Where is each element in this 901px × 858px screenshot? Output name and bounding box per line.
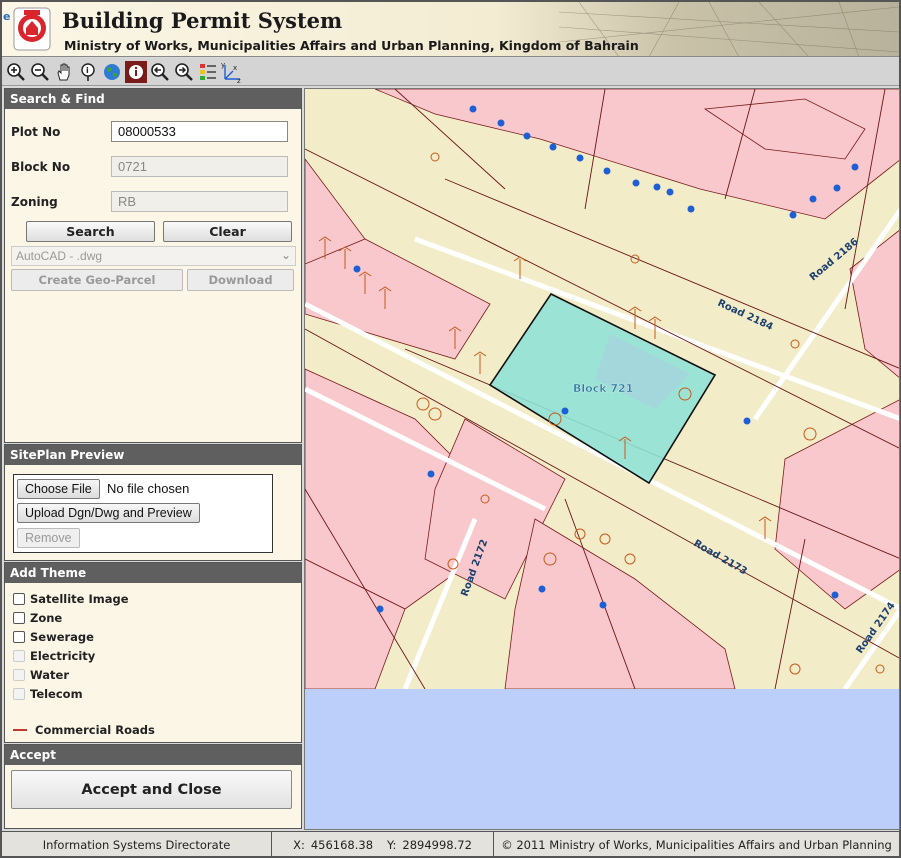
block-no-input [111,156,288,177]
plot-no-input[interactable] [111,121,288,142]
choose-file-button[interactable]: Choose File [17,479,100,499]
app-subtitle: Ministry of Works, Municipalities Affair… [64,38,639,53]
app-title: Building Permit System [62,8,343,33]
plot-label: Plot No [11,124,61,139]
legend-icon[interactable] [197,61,219,83]
copyright: © 2011 Ministry of Works, Municipalities… [494,832,899,857]
pan-hand-icon[interactable] [53,61,75,83]
accept-and-close-button[interactable]: Accept and Close [11,770,292,809]
zoom-in-icon[interactable] [5,61,27,83]
search-panel-heading: Search & Find [5,89,301,109]
theme-panel: Add Theme Satellite Image Zone Sewerage … [4,562,302,743]
theme-telecom: Telecom [13,687,83,701]
download-button[interactable]: Download [187,269,294,291]
upload-preview-button[interactable]: Upload Dgn/Dwg and Preview [17,503,200,523]
telecom-label: Telecom [30,687,83,701]
sewerage-label: Sewerage [30,630,94,644]
x-value: 456168.38 [310,837,374,852]
zoning-label: Zoning [11,194,58,209]
plot-row: Plot No [11,121,288,142]
app-window: e Building Permit System Ministry of Wor… [0,0,901,858]
map-view[interactable]: Block 721 Road 2184 Road 2186 Road 2172 … [304,88,900,830]
left-panel: Search & Find Plot No Block No Zoning Se… [4,88,302,829]
export-format-value: AutoCAD - .dwg [16,249,103,263]
search-button[interactable]: Search [26,221,155,242]
x-label: X: [293,837,305,852]
electricity-checkbox [13,650,25,662]
export-format-select[interactable]: AutoCAD - .dwg ⌄ [11,246,296,266]
chevron-down-icon: ⌄ [280,248,291,262]
zoom-out-icon[interactable] [29,61,51,83]
next-extent-icon[interactable] [173,61,195,83]
clear-button[interactable]: Clear [163,221,292,242]
copyright-text: © 2011 Ministry of Works, Municipalities… [501,837,892,852]
header-banner: e Building Permit System Ministry of Wor… [2,2,899,57]
browser-edge-icon: e [3,10,11,23]
accept-panel-heading: Accept [5,745,301,765]
block-row: Block No [11,156,288,177]
zone-checkbox[interactable] [13,612,25,624]
create-geo-parcel-button[interactable]: Create Geo-Parcel [11,269,183,291]
block-label: Block 721 [573,382,633,395]
coordinates-xyz-icon[interactable]: xy z [221,61,243,83]
water-checkbox [13,669,25,681]
previous-extent-icon[interactable] [149,61,171,83]
remove-button[interactable]: Remove [17,528,80,548]
upload-box: Choose File No file chosen Upload Dgn/Dw… [13,474,273,553]
siteplan-panel-heading: SitePlan Preview [5,445,301,465]
theme-satellite-image[interactable]: Satellite Image [13,592,129,606]
siteplan-panel: SitePlan Preview Choose File No file cho… [4,444,302,561]
zoning-input [111,191,288,212]
electricity-label: Electricity [30,649,96,663]
theme-electricity: Electricity [13,649,95,663]
theme-water: Water [13,668,69,682]
telecom-checkbox [13,688,25,700]
zone-label: Zone [30,611,63,625]
status-org: Information Systems Directorate [2,832,272,857]
status-bar: Information Systems Directorate X: 45616… [2,831,899,857]
ministry-logo [13,7,51,51]
svg-text:x: x [233,64,237,72]
identify-pin-icon[interactable]: i [77,61,99,83]
info-icon[interactable] [125,60,147,83]
map-toolbar: i xy z [2,58,899,86]
no-file-chosen-text: No file chosen [107,481,190,496]
accept-panel: Accept Accept and Close [4,744,302,829]
zoning-row: Zoning [11,191,288,212]
coordinate-readout: X: 456168.38 Y: 2894998.72 [272,832,494,857]
legend-commercial-roads: Commercial Roads [13,723,155,737]
svg-text:z: z [237,77,241,83]
satellite-image-checkbox[interactable] [13,593,25,605]
search-panel: Search & Find Plot No Block No Zoning Se… [4,88,302,443]
block-label: Block No [11,159,71,174]
y-value: 2894998.72 [402,837,472,852]
map-canvas[interactable]: Block 721 Road 2184 Road 2186 Road 2172 … [305,89,900,830]
commercial-roads-legend-swatch [13,729,27,731]
satellite-image-label: Satellite Image [30,592,129,606]
theme-zone[interactable]: Zone [13,611,62,625]
org-text: Information Systems Directorate [42,837,231,852]
theme-sewerage[interactable]: Sewerage [13,630,94,644]
svg-text:i: i [86,66,89,75]
theme-panel-heading: Add Theme [5,563,301,583]
water-label: Water [30,668,70,682]
y-label: Y: [387,837,397,852]
sewerage-checkbox[interactable] [13,631,25,643]
svg-text:y: y [221,61,225,69]
water-area [305,689,899,829]
full-extent-globe-icon[interactable] [101,61,123,83]
commercial-roads-legend-label: Commercial Roads [35,723,155,737]
